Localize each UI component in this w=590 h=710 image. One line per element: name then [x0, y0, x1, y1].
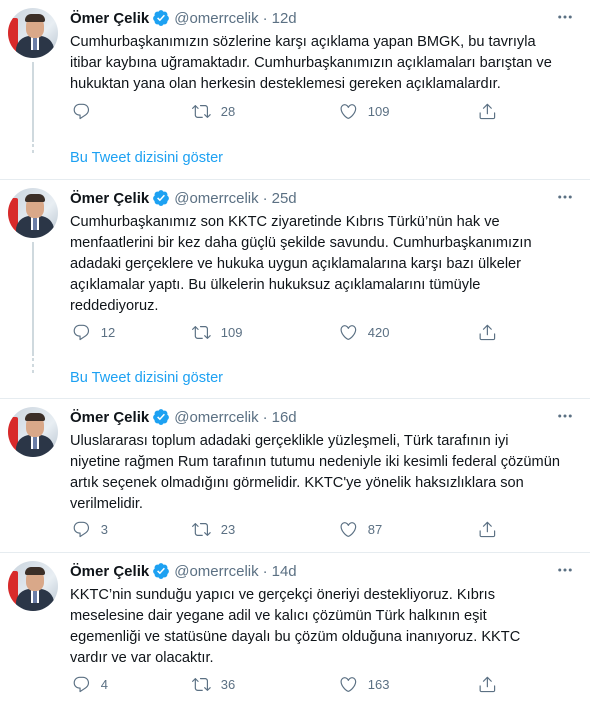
show-thread-link[interactable]: Bu Tweet dizisini göster	[70, 150, 223, 166]
separator-dot: ·	[262, 562, 268, 580]
reply-icon	[73, 324, 90, 340]
like-button[interactable]: 109	[339, 101, 389, 121]
tweet-header: Ömer Çelik @omerrcelik · 25d	[70, 188, 578, 208]
verified-badge-icon	[153, 10, 170, 26]
separator-dot: ·	[262, 189, 268, 207]
avatar[interactable]	[8, 188, 58, 238]
more-options-icon[interactable]	[554, 405, 576, 427]
tweet-header: Ömer Çelik @omerrcelik · 16d	[70, 407, 578, 427]
share-button[interactable]	[478, 101, 497, 121]
retweet-count: 36	[220, 676, 236, 692]
share-button[interactable]	[478, 674, 497, 694]
reply-button[interactable]	[72, 101, 101, 121]
retweet-icon	[192, 104, 211, 118]
retweet-count: 28	[220, 103, 236, 119]
tweet-feed: Ömer Çelik @omerrcelik · 12d Cumhurbaşka…	[0, 0, 590, 710]
tweet-text: Uluslararası toplum adadaki gerçeklikle …	[70, 433, 560, 512]
avatar[interactable]	[8, 561, 58, 611]
like-button[interactable]: 87	[339, 519, 382, 539]
reply-button[interactable]: 12	[72, 322, 115, 342]
author-name[interactable]: Ömer Çelik	[70, 563, 149, 580]
tweet-header: Ömer Çelik @omerrcelik · 14d	[70, 561, 578, 581]
reply-icon	[73, 521, 90, 537]
reply-count: 12	[100, 324, 116, 340]
timestamp[interactable]: 12d	[272, 10, 297, 27]
like-heart-icon	[340, 521, 357, 537]
timestamp[interactable]: 16d	[272, 409, 297, 426]
verified-badge-icon	[153, 409, 170, 425]
like-button[interactable]: 163	[339, 674, 389, 694]
author-name[interactable]: Ömer Çelik	[70, 10, 149, 27]
reply-button[interactable]: 4	[72, 674, 108, 694]
retweet-icon	[192, 325, 211, 339]
avatar[interactable]	[8, 8, 58, 58]
tweet-text: Cumhurbaşkanımızın sözlerine karşı açıkl…	[70, 34, 552, 92]
like-count: 109	[367, 103, 390, 119]
share-icon	[479, 103, 496, 119]
author-handle[interactable]: @omerrcelik	[174, 409, 258, 426]
timestamp[interactable]: 25d	[272, 190, 297, 207]
retweet-icon	[192, 677, 211, 691]
retweet-icon	[192, 522, 211, 536]
share-icon	[479, 324, 496, 340]
retweet-count: 109	[220, 324, 243, 340]
separator-dot: ·	[262, 9, 268, 27]
like-heart-icon	[340, 103, 357, 119]
like-count: 163	[367, 676, 390, 692]
author-handle[interactable]: @omerrcelik	[174, 10, 258, 27]
retweet-count: 23	[220, 521, 236, 537]
share-button[interactable]	[478, 322, 497, 342]
more-options-icon[interactable]	[554, 6, 576, 28]
tweet-header: Ömer Çelik @omerrcelik · 12d	[70, 8, 578, 28]
tweet[interactable]: Ömer Çelik @omerrcelik · 25d Cumhurbaşka…	[0, 180, 590, 399]
tweet-text: Cumhurbaşkanımız son KKTC ziyaretinde Kı…	[70, 214, 532, 314]
reply-count: 4	[100, 676, 108, 692]
share-icon	[479, 676, 496, 692]
reply-button[interactable]: 3	[72, 519, 108, 539]
author-name[interactable]: Ömer Çelik	[70, 409, 149, 426]
tweet[interactable]: Ömer Çelik @omerrcelik · 12d Cumhurbaşka…	[0, 0, 590, 180]
tweet[interactable]: Ömer Çelik @omerrcelik · 16d Uluslararas…	[0, 399, 590, 553]
avatar[interactable]	[8, 407, 58, 457]
verified-badge-icon	[153, 563, 170, 579]
retweet-button[interactable]: 109	[192, 322, 242, 342]
show-thread-link[interactable]: Bu Tweet dizisini göster	[70, 370, 223, 386]
timestamp[interactable]: 14d	[272, 563, 297, 580]
like-count: 87	[367, 521, 383, 537]
reply-icon	[73, 676, 90, 692]
reply-icon	[73, 103, 90, 119]
reply-count: 3	[100, 521, 108, 537]
author-name[interactable]: Ömer Çelik	[70, 190, 149, 207]
like-heart-icon	[340, 676, 357, 692]
share-icon	[479, 521, 496, 537]
tweet[interactable]: Ömer Çelik @omerrcelik · 14d KKTC’nin su…	[0, 553, 590, 710]
author-handle[interactable]: @omerrcelik	[174, 190, 258, 207]
retweet-button[interactable]: 36	[192, 674, 235, 694]
more-options-icon[interactable]	[554, 186, 576, 208]
more-options-icon[interactable]	[554, 559, 576, 581]
separator-dot: ·	[262, 408, 268, 426]
verified-badge-icon	[153, 190, 170, 206]
tweet-text: KKTC’nin sunduğu yapıcı ve gerçekçi öner…	[70, 587, 521, 666]
like-button[interactable]: 420	[339, 322, 389, 342]
share-button[interactable]	[478, 519, 497, 539]
thread-gap-dots	[32, 138, 34, 156]
thread-gap-dots	[32, 358, 34, 376]
like-count: 420	[367, 324, 390, 340]
author-handle[interactable]: @omerrcelik	[174, 563, 258, 580]
retweet-button[interactable]: 23	[192, 519, 235, 539]
retweet-button[interactable]: 28	[192, 101, 235, 121]
like-heart-icon	[340, 324, 357, 340]
